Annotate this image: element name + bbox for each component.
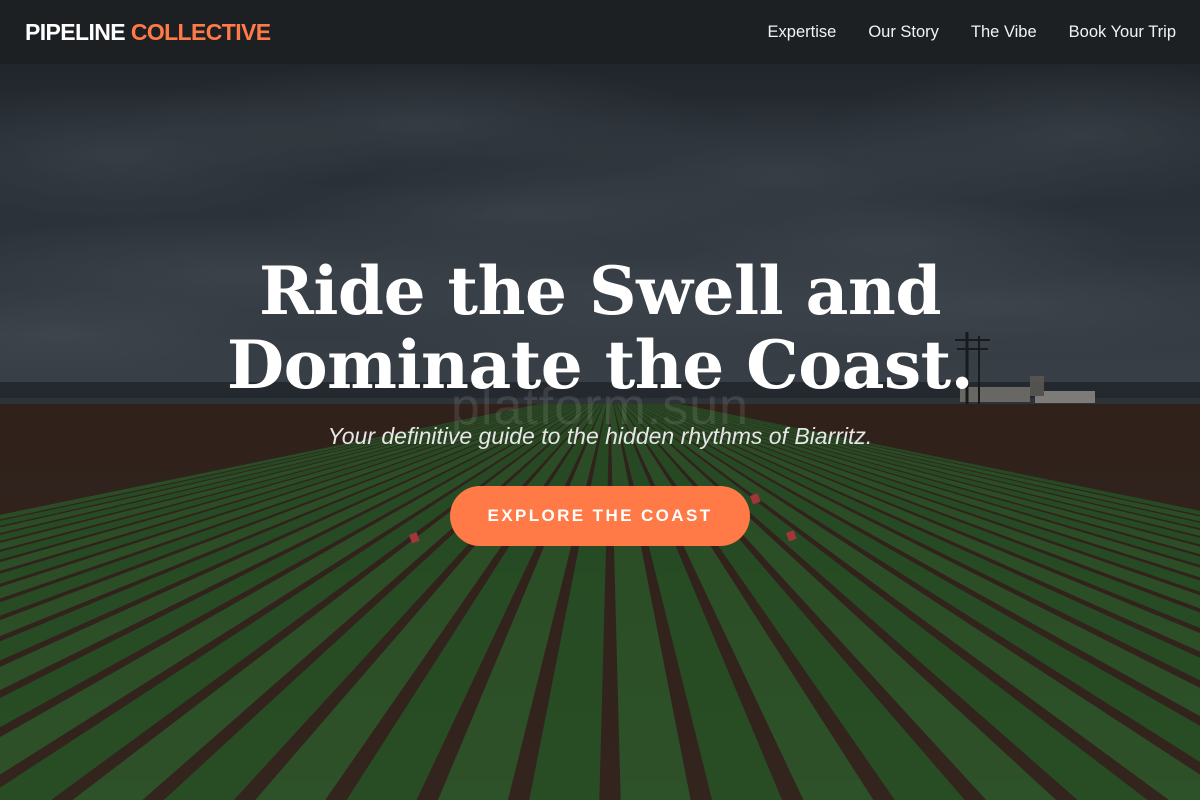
top-navbar: PIPELINE COLLECTIVE Expertise Our Story … (0, 0, 1200, 64)
hero-headline-line-1: Ride the Swell and (259, 252, 941, 330)
nav-link-book-your-trip[interactable]: Book Your Trip (1069, 23, 1176, 42)
logo-accent-text: COLLECTIVE (130, 18, 271, 45)
explore-the-coast-button[interactable]: EXPLORE THE COAST (450, 486, 750, 546)
nav-link-the-vibe[interactable]: The Vibe (971, 23, 1037, 42)
nav-links: Expertise Our Story The Vibe Book Your T… (768, 23, 1176, 42)
nav-link-our-story[interactable]: Our Story (868, 23, 939, 42)
site-logo[interactable]: PIPELINE COLLECTIVE (25, 18, 271, 46)
watermark-text: platform.sun (450, 378, 750, 436)
logo-primary-text: PIPELINE (25, 18, 126, 45)
nav-link-expertise[interactable]: Expertise (768, 23, 837, 42)
hero-content: platform.sun Ride the Swell and Dominate… (0, 64, 1200, 800)
hero-section: platform.sun Ride the Swell and Dominate… (0, 64, 1200, 800)
